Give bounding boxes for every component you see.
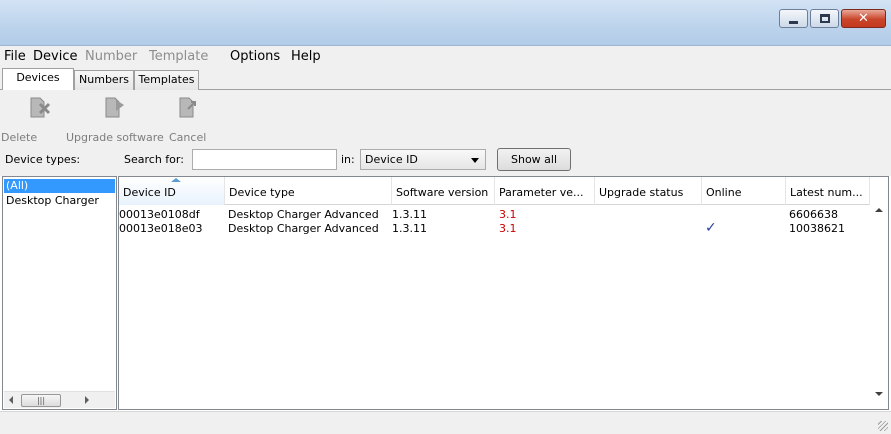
- device-types-list: (All) Desktop Charger |||: [2, 176, 117, 410]
- toolbar: Delete Upgrade software Cancel: [0, 90, 891, 144]
- maximize-button[interactable]: [810, 9, 839, 28]
- menu-file[interactable]: File: [4, 48, 26, 65]
- menu-bar: File Device Number Template Options Help: [0, 46, 891, 67]
- latest-number-cell: 10038621: [789, 222, 845, 235]
- vertical-scrollbar[interactable]: [870, 177, 888, 409]
- tab-templates[interactable]: Templates: [134, 70, 199, 90]
- scroll-left-icon[interactable]: [9, 396, 13, 404]
- device-type-all[interactable]: (All): [4, 179, 115, 193]
- menu-options[interactable]: Options: [230, 48, 280, 65]
- device-type-cell: Desktop Charger Advanced: [228, 208, 379, 221]
- search-field-value: Device ID: [365, 153, 418, 166]
- cancel-label[interactable]: Cancel: [169, 131, 206, 144]
- show-all-button[interactable]: Show all: [497, 148, 571, 171]
- menu-help[interactable]: Help: [291, 48, 321, 65]
- search-row: Device types: Search for: in: Device ID …: [0, 144, 891, 176]
- menu-device[interactable]: Device: [33, 48, 77, 65]
- upgrade-software-label[interactable]: Upgrade software: [66, 131, 164, 144]
- search-field-select[interactable]: Device ID: [360, 149, 486, 170]
- software-version-cell: 1.3.11: [392, 208, 427, 221]
- scroll-thumb[interactable]: |||: [21, 394, 61, 407]
- search-for-label: Search for:: [124, 153, 184, 166]
- device-id-cell: 00013e018e03: [119, 222, 203, 235]
- status-bar: [0, 411, 891, 434]
- minimize-button[interactable]: [779, 9, 808, 28]
- latest-number-cell: 6606638: [789, 208, 838, 221]
- resize-grip-icon[interactable]: [878, 421, 888, 431]
- delete-icon[interactable]: [29, 95, 51, 119]
- column-label: Device ID: [123, 186, 176, 199]
- device-types-label: Device types:: [5, 153, 81, 166]
- sort-ascending-icon: [171, 178, 181, 182]
- title-bar: ✕: [0, 0, 891, 46]
- grid-header: Device ID Device type Software version P…: [119, 177, 870, 205]
- close-icon: ✕: [858, 11, 869, 26]
- online-check-icon: ✓: [705, 222, 717, 235]
- tab-strip: Devices Numbers Templates: [0, 67, 891, 90]
- minimize-icon: [789, 21, 798, 24]
- cancel-icon[interactable]: [178, 95, 200, 119]
- tab-numbers[interactable]: Numbers: [74, 70, 134, 90]
- parameter-version-cell: 3.1: [499, 208, 517, 221]
- column-device-type[interactable]: Device type: [225, 177, 392, 205]
- column-latest-number[interactable]: Latest num...: [786, 177, 870, 205]
- scroll-down-icon[interactable]: [875, 392, 883, 396]
- column-device-id[interactable]: Device ID: [119, 177, 225, 205]
- column-online[interactable]: Online: [702, 177, 786, 205]
- in-label: in:: [341, 153, 355, 166]
- menu-number[interactable]: Number: [85, 48, 137, 65]
- horizontal-scrollbar[interactable]: |||: [4, 391, 115, 408]
- chevron-down-icon: [471, 158, 479, 163]
- delete-label[interactable]: Delete: [1, 131, 37, 144]
- device-id-cell: 00013e0108df: [119, 208, 200, 221]
- upgrade-software-icon[interactable]: [104, 95, 126, 119]
- window-controls: ✕: [777, 9, 886, 28]
- column-software-version[interactable]: Software version: [392, 177, 495, 205]
- column-upgrade-status[interactable]: Upgrade status: [595, 177, 702, 205]
- close-button[interactable]: ✕: [841, 9, 886, 28]
- devices-grid: Device ID Device type Software version P…: [118, 176, 889, 410]
- maximize-icon: [820, 14, 830, 23]
- table-row[interactable]: 00013e018e03 Desktop Charger Advanced 1.…: [119, 222, 870, 235]
- scroll-up-icon[interactable]: [875, 208, 883, 212]
- device-type-cell: Desktop Charger Advanced: [228, 222, 379, 235]
- scroll-right-icon[interactable]: [85, 396, 89, 404]
- tab-devices[interactable]: Devices: [2, 68, 74, 90]
- device-type-desktop-charger[interactable]: Desktop Charger: [4, 194, 115, 208]
- software-version-cell: 1.3.11: [392, 222, 427, 235]
- menu-template[interactable]: Template: [149, 48, 208, 65]
- parameter-version-cell: 3.1: [499, 222, 517, 235]
- column-parameter-version[interactable]: Parameter ve...: [495, 177, 595, 205]
- search-input[interactable]: [192, 149, 337, 170]
- table-row[interactable]: 00013e0108df Desktop Charger Advanced 1.…: [119, 208, 870, 221]
